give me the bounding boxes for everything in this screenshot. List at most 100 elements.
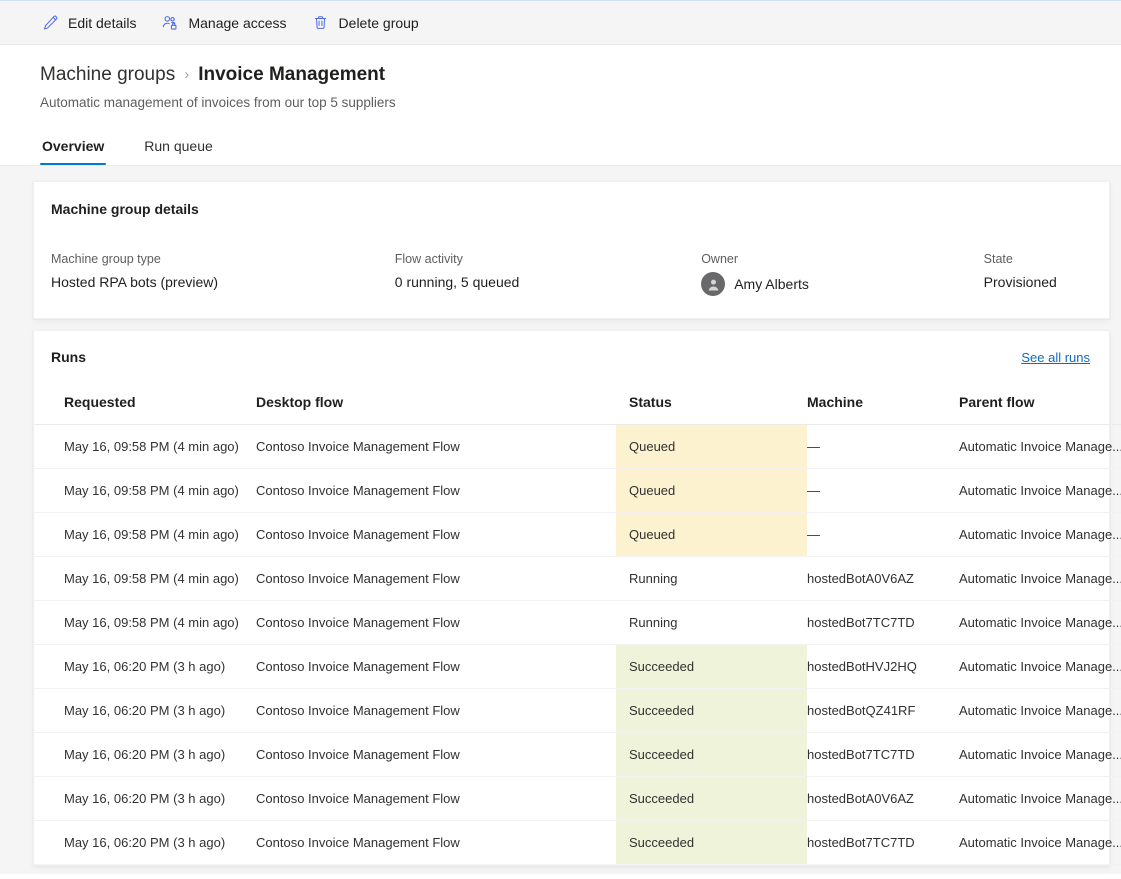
cell-parent-flow: Automatic Invoice Manage... [959, 777, 1121, 821]
cell-machine: hostedBot7TC7TD [807, 733, 959, 777]
tab-overview[interactable]: Overview [40, 137, 106, 165]
column-header-requested[interactable]: Requested [34, 394, 256, 425]
cell-machine: — [807, 513, 959, 557]
manage-access-button[interactable]: Manage access [158, 7, 296, 39]
cell-requested: May 16, 06:20 PM (3 h ago) [34, 645, 256, 689]
cell-status: Running [616, 557, 807, 601]
detail-flow-activity: Flow activity 0 running, 5 queued [395, 251, 701, 296]
cell-status: Queued [616, 513, 807, 557]
owner-name: Amy Alberts [734, 274, 809, 294]
cell-desktop-flow: Contoso Invoice Management Flow [256, 557, 616, 601]
cell-requested: May 16, 09:58 PM (4 min ago) [34, 513, 256, 557]
cell-status: Succeeded [616, 777, 807, 821]
trash-icon [311, 13, 331, 33]
tab-run-queue[interactable]: Run queue [142, 137, 215, 165]
cell-desktop-flow: Contoso Invoice Management Flow [256, 821, 616, 865]
table-row[interactable]: May 16, 06:20 PM (3 h ago)Contoso Invoic… [34, 821, 1121, 865]
page-subtitle: Automatic management of invoices from ou… [40, 94, 1121, 112]
detail-label: Flow activity [395, 251, 701, 268]
cell-status: Queued [616, 469, 807, 513]
owner-value: Amy Alberts [701, 272, 983, 296]
cell-requested: May 16, 09:58 PM (4 min ago) [34, 425, 256, 469]
tab-list: Overview Run queue [40, 131, 1121, 165]
cell-status: Running [616, 601, 807, 645]
column-header-machine[interactable]: Machine [807, 394, 959, 425]
cell-requested: May 16, 09:58 PM (4 min ago) [34, 601, 256, 645]
manage-access-label: Manage access [188, 13, 286, 33]
cell-parent-flow: Automatic Invoice Manage... [959, 601, 1121, 645]
detail-owner: Owner Amy Alberts [701, 251, 983, 296]
machine-group-detail-page: Edit details Manage access [0, 0, 1121, 879]
cell-desktop-flow: Contoso Invoice Management Flow [256, 645, 616, 689]
table-row[interactable]: May 16, 09:58 PM (4 min ago)Contoso Invo… [34, 557, 1121, 601]
cell-desktop-flow: Contoso Invoice Management Flow [256, 777, 616, 821]
cell-machine: — [807, 469, 959, 513]
table-row[interactable]: May 16, 09:58 PM (4 min ago)Contoso Invo… [34, 513, 1121, 557]
person-avatar-icon [701, 272, 725, 296]
page-title: Invoice Management [198, 63, 385, 87]
cell-parent-flow: Automatic Invoice Manage... [959, 821, 1121, 865]
cell-parent-flow: Automatic Invoice Manage... [959, 733, 1121, 777]
cell-machine: hostedBotA0V6AZ [807, 777, 959, 821]
detail-machine-group-type: Machine group type Hosted RPA bots (prev… [51, 251, 395, 296]
cell-parent-flow: Automatic Invoice Manage... [959, 557, 1121, 601]
cell-status: Succeeded [616, 733, 807, 777]
cell-requested: May 16, 09:58 PM (4 min ago) [34, 469, 256, 513]
cell-desktop-flow: Contoso Invoice Management Flow [256, 601, 616, 645]
table-row[interactable]: May 16, 09:58 PM (4 min ago)Contoso Invo… [34, 601, 1121, 645]
cell-parent-flow: Automatic Invoice Manage... [959, 689, 1121, 733]
cell-desktop-flow: Contoso Invoice Management Flow [256, 425, 616, 469]
machine-group-details-grid: Machine group type Hosted RPA bots (prev… [51, 251, 1089, 296]
runs-title: Runs [51, 348, 86, 367]
table-row[interactable]: May 16, 06:20 PM (3 h ago)Contoso Invoic… [34, 733, 1121, 777]
cell-desktop-flow: Contoso Invoice Management Flow [256, 469, 616, 513]
table-row[interactable]: May 16, 09:58 PM (4 min ago)Contoso Invo… [34, 425, 1121, 469]
column-header-desktop-flow[interactable]: Desktop flow [256, 394, 616, 425]
command-bar: Edit details Manage access [0, 1, 1121, 45]
cell-parent-flow: Automatic Invoice Manage... [959, 425, 1121, 469]
edit-details-button[interactable]: Edit details [38, 7, 146, 39]
see-all-runs-link[interactable]: See all runs [1021, 350, 1090, 365]
table-row[interactable]: May 16, 06:20 PM (3 h ago)Contoso Invoic… [34, 777, 1121, 821]
table-header-row: Requested Desktop flow Status Machine Pa… [34, 394, 1121, 425]
cell-requested: May 16, 06:20 PM (3 h ago) [34, 689, 256, 733]
cell-requested: May 16, 09:58 PM (4 min ago) [34, 557, 256, 601]
cell-parent-flow: Automatic Invoice Manage... [959, 645, 1121, 689]
detail-value: 0 running, 5 queued [395, 272, 701, 292]
cell-desktop-flow: Contoso Invoice Management Flow [256, 733, 616, 777]
table-row[interactable]: May 16, 06:20 PM (3 h ago)Contoso Invoic… [34, 689, 1121, 733]
detail-label: Owner [701, 251, 983, 268]
cell-desktop-flow: Contoso Invoice Management Flow [256, 513, 616, 557]
machine-group-details-title: Machine group details [51, 200, 1089, 219]
delete-group-label: Delete group [339, 13, 419, 33]
column-header-parent-flow[interactable]: Parent flow [959, 394, 1121, 425]
machine-group-details-card: Machine group details Machine group type… [33, 181, 1110, 319]
runs-table-body: May 16, 09:58 PM (4 min ago)Contoso Invo… [34, 425, 1121, 865]
runs-header: Runs See all runs [34, 348, 1109, 367]
breadcrumb: Machine groups › Invoice Management [40, 63, 1121, 87]
delete-group-button[interactable]: Delete group [309, 7, 429, 39]
runs-table: Requested Desktop flow Status Machine Pa… [34, 394, 1121, 865]
cell-machine: hostedBotA0V6AZ [807, 557, 959, 601]
edit-details-label: Edit details [68, 13, 136, 33]
cell-machine: hostedBotHVJ2HQ [807, 645, 959, 689]
people-lock-icon [160, 13, 180, 33]
runs-card: Runs See all runs Requested Desktop flow… [33, 330, 1110, 866]
runs-table-head: Requested Desktop flow Status Machine Pa… [34, 394, 1121, 425]
cell-requested: May 16, 06:20 PM (3 h ago) [34, 777, 256, 821]
state-badge: Provisioned [984, 272, 1089, 292]
page-content: Machine group details Machine group type… [0, 165, 1121, 874]
table-row[interactable]: May 16, 06:20 PM (3 h ago)Contoso Invoic… [34, 645, 1121, 689]
breadcrumb-item-machine-groups[interactable]: Machine groups [40, 63, 175, 87]
detail-label: State [984, 251, 1089, 268]
cell-status: Succeeded [616, 689, 807, 733]
cell-desktop-flow: Contoso Invoice Management Flow [256, 689, 616, 733]
cell-machine: — [807, 425, 959, 469]
cell-status: Queued [616, 425, 807, 469]
table-row[interactable]: May 16, 09:58 PM (4 min ago)Contoso Invo… [34, 469, 1121, 513]
column-header-status[interactable]: Status [616, 394, 807, 425]
cell-status: Succeeded [616, 821, 807, 865]
cell-machine: hostedBot7TC7TD [807, 601, 959, 645]
cell-machine: hostedBotQZ41RF [807, 689, 959, 733]
detail-state: State Provisioned [984, 251, 1089, 296]
